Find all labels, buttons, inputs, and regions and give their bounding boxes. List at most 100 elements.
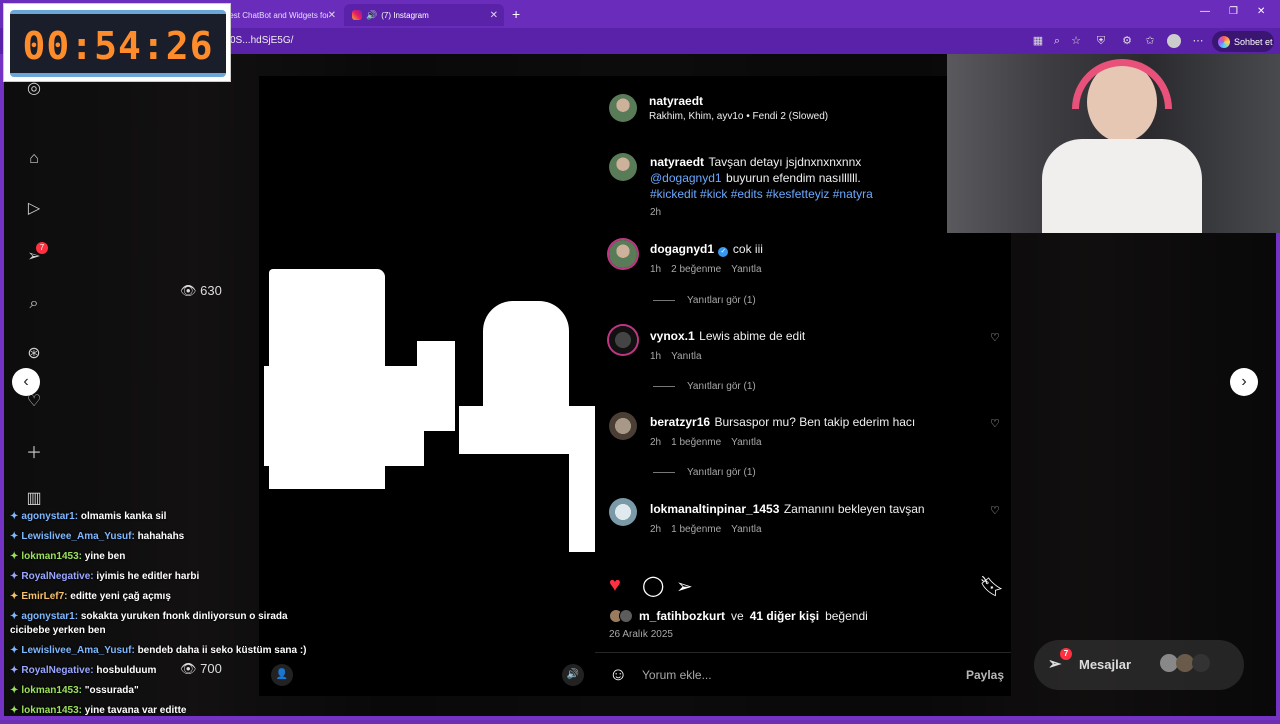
emoji-icon[interactable]: ☺ [609, 664, 627, 685]
comment-likes[interactable]: 1 beğenme [671, 524, 721, 535]
reply-button[interactable]: Yanıtla [731, 264, 761, 275]
chat-button-label: Sohbet et [1234, 36, 1273, 47]
explore-icon[interactable]: ⊛ [24, 343, 44, 363]
notification-badge: 7 [36, 242, 48, 254]
mute-icon[interactable]: 🔊 [562, 664, 584, 686]
comment-username[interactable]: lokmanaltinpinar_1453 [650, 502, 779, 516]
reply-button[interactable]: Yanıtla [671, 351, 701, 362]
comment-meta: 1h Yanıtla [650, 351, 702, 362]
share-icon[interactable]: ➢ [676, 574, 693, 599]
caption-mention[interactable]: @dogagnyd1 [650, 171, 722, 185]
avatar[interactable] [609, 498, 637, 526]
liker-username[interactable]: m_fatihbozkurt [639, 609, 725, 623]
chat-text: editte yeni çağ açmış [70, 591, 171, 602]
caption-username[interactable]: natyraedt [650, 155, 704, 169]
dashboard-icon[interactable]: ▥ [24, 488, 44, 508]
chat-text: hahahahs [137, 531, 185, 542]
chat-username: lokman1453: [21, 685, 82, 696]
comment: beratzyr16 Bursaspor mu? Ben takip ederi… [650, 413, 915, 431]
caption-hashtags[interactable]: #kickedit #kick #edits #kesfetteyiz #nat… [650, 187, 873, 201]
chat-message: ✦ agonystar1: sokakta yuruken fnonk dinli… [10, 610, 310, 638]
reply-button[interactable]: Yanıtla [731, 524, 761, 535]
tab-instagram[interactable]: 🔊 (7) Instagram ✕ [344, 4, 504, 26]
messages-pill[interactable]: ➢ 7 Mesajlar [1034, 640, 1244, 690]
home-icon[interactable]: ⌂ [24, 150, 44, 170]
like-comment-icon[interactable]: ♡ [990, 504, 1000, 517]
view-replies-button[interactable]: Yanıtları gör (1) [653, 295, 756, 306]
grid-icon[interactable]: ▦ [1031, 34, 1045, 48]
avatar[interactable] [609, 326, 637, 354]
star-icon[interactable]: ☆ [1069, 34, 1083, 48]
maximize-icon[interactable]: ❐ [1229, 6, 1238, 17]
audio-label[interactable]: Rakhim, Khim, ayv1o • Fendi 2 (Slowed) [649, 111, 828, 122]
reply-button[interactable]: Yanıtla [731, 437, 761, 448]
comment-icon[interactable]: ◯ [642, 573, 664, 598]
post-actions: ♥ ◯ ➢ 🔖︎ [609, 573, 1004, 600]
comment-input[interactable]: Yorum ekle... [642, 668, 712, 682]
messages-label: Mesajlar [1079, 657, 1132, 672]
comment-meta: 2h 1 beğenme Yanıtla [650, 524, 762, 535]
prev-post-button[interactable]: ‹ [12, 368, 40, 396]
close-icon[interactable]: ✕ [490, 10, 498, 21]
chat-message: ✦ lokman1453: "ossurada" [10, 684, 310, 698]
reels-icon[interactable]: ▷ [24, 198, 44, 218]
like-comment-icon[interactable]: ♡ [990, 331, 1000, 344]
chat-username: lokman1453: [21, 551, 82, 562]
like-comment-icon[interactable]: ♡ [990, 417, 1000, 430]
chat-username: RoyalNegative: [21, 571, 94, 582]
comment-likes[interactable]: 2 beğenme [671, 264, 721, 275]
like-heart-icon[interactable]: ♥ [609, 574, 621, 597]
avatar[interactable] [609, 240, 637, 268]
comment-username[interactable]: beratzyr16 [650, 415, 710, 429]
liker-avatar [619, 609, 633, 623]
close-window-icon[interactable]: ✕ [1257, 6, 1265, 17]
comment-meta: 1h 2 beğenme Yanıtla [650, 264, 762, 275]
silhouette-center [417, 341, 455, 431]
avatar[interactable] [609, 412, 637, 440]
browser-window: ashboard ✕ The Best ChatBot and Widgets … [0, 0, 1280, 720]
post-author[interactable]: natyraedt [649, 92, 703, 110]
chat-text: "ossurada" [84, 685, 139, 696]
favorites-icon[interactable]: ✩ [1143, 34, 1157, 48]
comment-username[interactable]: dogagnyd1 [650, 242, 714, 256]
next-post-button[interactable]: › [1230, 368, 1258, 396]
likes-others-link[interactable]: 41 diğer kişi [750, 609, 819, 623]
url-text[interactable]: 0S...hdSjE5G/ [230, 35, 293, 46]
close-icon[interactable]: ✕ [328, 10, 336, 21]
view-count-value: 630 [200, 283, 222, 298]
comment-text: Bursaspor mu? Ben takip ederim hacı [714, 415, 916, 429]
copilot-icon [1218, 35, 1230, 48]
chat-badge-icon: ✦ [10, 611, 19, 622]
post-comment-button[interactable]: Paylaş [966, 668, 1004, 682]
streamer-shirt [1042, 139, 1202, 233]
chat-text: olmamis kanka sil [80, 511, 167, 522]
silhouette-right-edge [569, 454, 596, 552]
minimize-icon[interactable]: — [1200, 6, 1210, 17]
extensions-icon[interactable]: ⚙ [1120, 34, 1134, 48]
avatar[interactable] [609, 94, 637, 122]
messages-icon: ➢ [1048, 656, 1062, 673]
copilot-chat-button[interactable]: Sohbet et [1212, 31, 1274, 52]
more-icon[interactable]: ⋯ [1191, 34, 1205, 48]
avatar[interactable] [609, 153, 637, 181]
author-username[interactable]: natyraedt [649, 94, 703, 108]
chat-message: ✦ EmirLef7: editte yeni çağ açmış [10, 590, 310, 604]
verified-icon: ✓ [718, 247, 729, 257]
shield-icon[interactable]: ⛨ [1094, 34, 1108, 48]
comment-username[interactable]: vynox.1 [650, 329, 695, 343]
new-tab-icon[interactable]: + [512, 6, 520, 22]
stream-timer: 00:54:26 [3, 3, 231, 82]
comment: dogagnyd1 ✓ cok iii [650, 240, 763, 258]
chat-badge-icon: ✦ [10, 511, 19, 522]
create-icon[interactable]: ＋ [24, 439, 44, 462]
profile-avatar[interactable] [1167, 34, 1181, 48]
chat-badge-icon: ✦ [10, 551, 19, 562]
view-replies-button[interactable]: Yanıtları gör (1) [653, 381, 756, 392]
save-bookmark-icon[interactable]: 🔖︎ [979, 574, 1004, 599]
chat-badge-icon: ✦ [10, 591, 19, 602]
comment-likes[interactable]: 1 beğenme [671, 437, 721, 448]
chat-username: Lewislivee_Ama_Yusuf: [21, 531, 135, 542]
zoom-icon[interactable]: ⌕ [1050, 34, 1064, 48]
search-icon[interactable]: ⌕ [24, 295, 44, 315]
view-replies-button[interactable]: Yanıtları gör (1) [653, 467, 756, 478]
